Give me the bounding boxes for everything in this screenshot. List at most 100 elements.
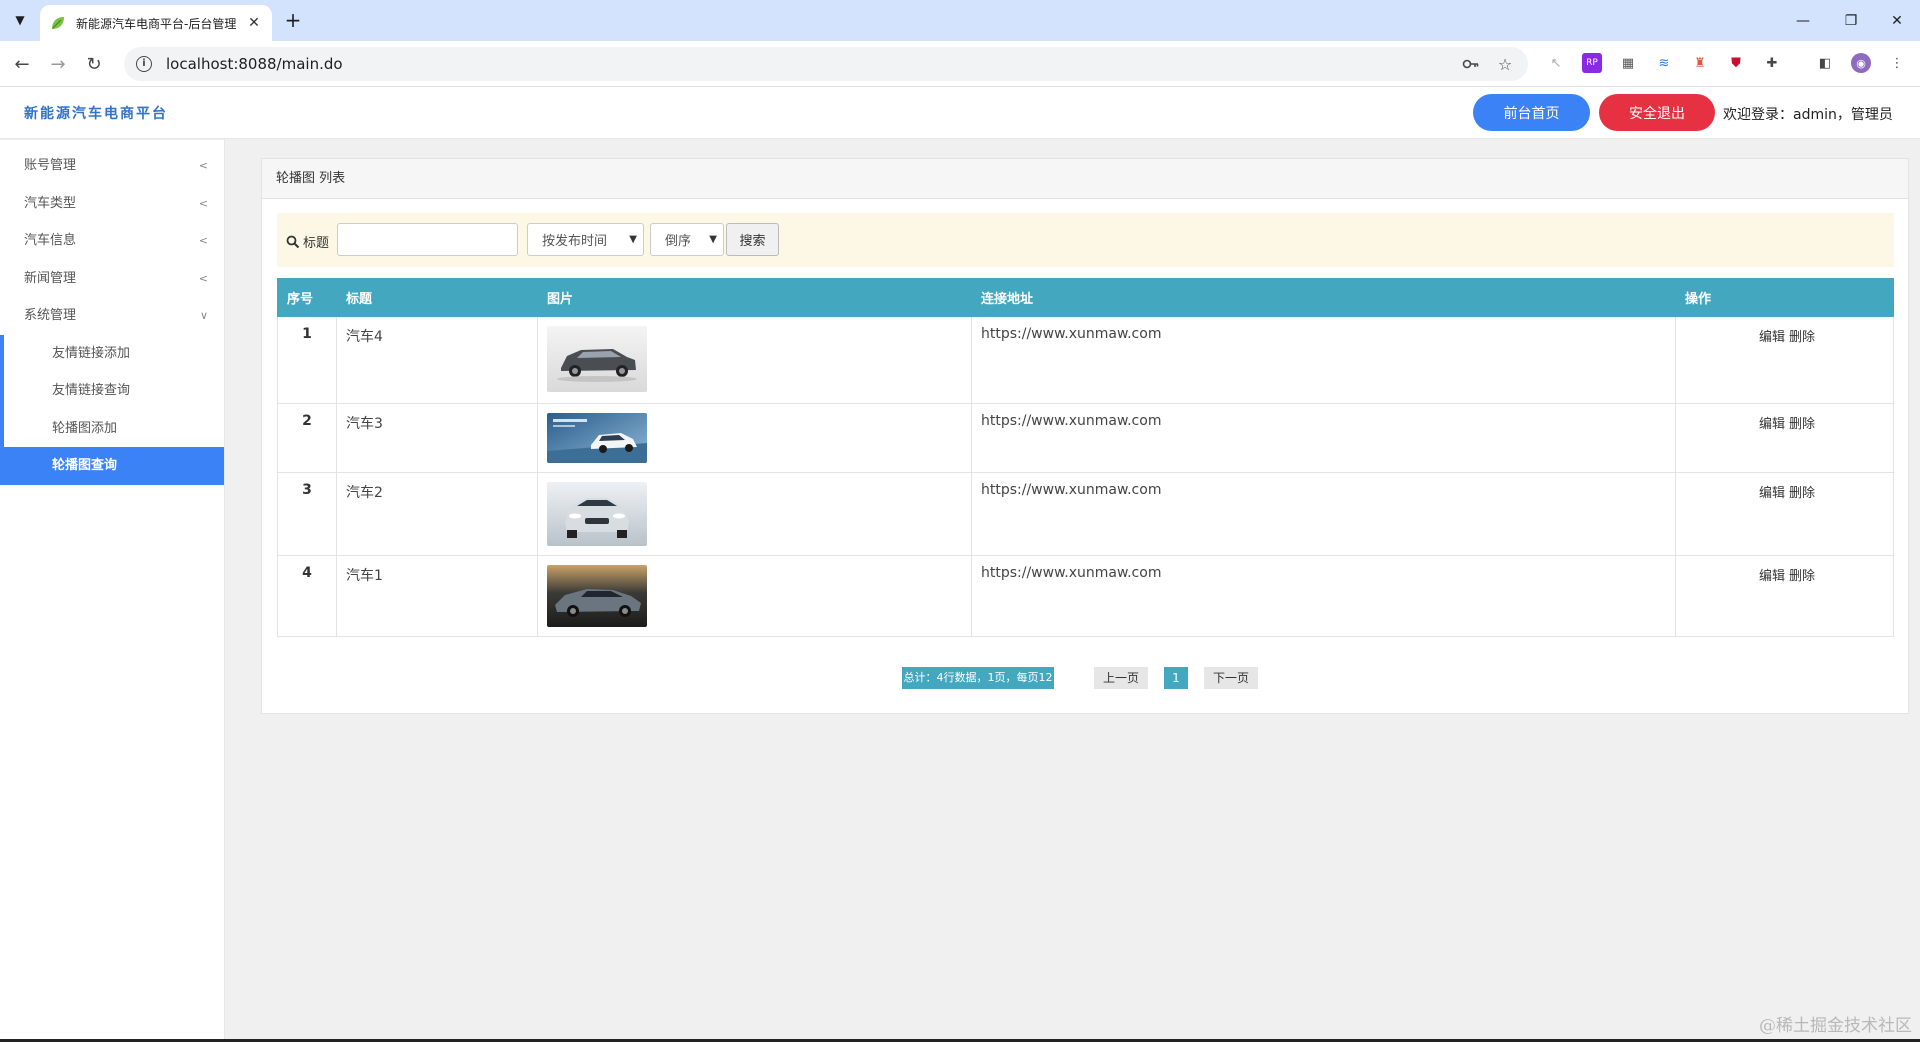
chevron-left-icon: < (198, 234, 208, 247)
chevron-left-icon: < (198, 271, 208, 285)
url-text: localhost:8088/main.do (166, 55, 343, 73)
chevron-left-icon: < (198, 159, 208, 172)
cell-actions: 编辑 删除 (1675, 555, 1894, 637)
browser-tab-bar: ▼ 新能源汽车电商平台-后台管理 ✕ + — ❐ ✕ (0, 0, 1920, 41)
restore-icon[interactable]: ❐ (1828, 0, 1874, 41)
person-extension-icon[interactable]: ♜ (1690, 53, 1710, 73)
reload-icon[interactable]: ↻ (80, 50, 108, 78)
tab-search-chevron-icon[interactable]: ▼ (8, 8, 32, 32)
delete-link[interactable]: 删除 (1789, 330, 1815, 345)
forward-arrow-icon[interactable]: → (44, 50, 72, 78)
back-arrow-icon[interactable]: ← (8, 50, 36, 78)
cell-actions: 编辑 删除 (1675, 472, 1894, 556)
chevron-down-icon: ▼ (709, 234, 717, 245)
logout-button[interactable]: 安全退出 (1599, 94, 1715, 131)
prev-page-button[interactable]: 上一页 (1094, 667, 1148, 689)
search-button[interactable]: 搜索 (726, 223, 779, 256)
cell-url: https://www.xunmaw.com (971, 316, 1676, 404)
next-page-button[interactable]: 下一页 (1204, 667, 1258, 689)
cursor-extension-icon[interactable]: ↖ (1546, 53, 1566, 73)
bookmark-star-icon[interactable]: ☆ (1494, 53, 1516, 75)
side-panel-icon[interactable]: ◧ (1815, 53, 1835, 73)
browser-tab[interactable]: 新能源汽车电商平台-后台管理 ✕ (40, 5, 272, 41)
panel-title: 轮播图 列表 (262, 159, 1908, 199)
cell-title: 汽车4 (336, 316, 538, 404)
sort-order-select[interactable]: 倒序 ▼ (650, 223, 724, 256)
welcome-text: 欢迎登录：admin，管理员 (1723, 107, 1893, 123)
col-header-url: 连接地址 (971, 278, 1676, 317)
sidebar-item-news[interactable]: 新闻管理 < (0, 260, 224, 298)
chevron-down-icon: ∨ (199, 309, 208, 322)
search-bar: 标题 按发布时间 ▼ 倒序 ▼ 搜索 (277, 213, 1894, 267)
cell-no: 2 (277, 403, 337, 473)
edit-link[interactable]: 编辑 (1759, 486, 1785, 501)
address-bar[interactable]: i localhost:8088/main.do ☆ (124, 47, 1528, 81)
col-header-actions: 操作 (1675, 278, 1894, 317)
cell-actions: 编辑 删除 (1675, 316, 1894, 404)
browser-toolbar: ← → ↻ i localhost:8088/main.do ☆ ↖ RP ▦ … (0, 41, 1920, 87)
puzzle-extensions-icon[interactable]: ✚ (1762, 53, 1782, 73)
search-icon (286, 235, 300, 248)
carousel-table: 序号 标题 图片 连接地址 操作 1 汽车4 https://www.xunma… (277, 278, 1894, 637)
sidebar-item-system[interactable]: 系统管理 ∨ (0, 297, 224, 335)
app-header: 新能源汽车电商平台 前台首页 安全退出 欢迎登录：admin，管理员 (0, 87, 1920, 139)
delete-link[interactable]: 删除 (1789, 486, 1815, 501)
tab-close-icon[interactable]: ✕ (246, 15, 262, 31)
sidebar-subitem-carousel-add[interactable]: 轮播图添加 (4, 410, 224, 448)
cell-image (537, 555, 972, 637)
table-row: 2 汽车3 https://www.xunmaw.com 编辑 删除 (277, 403, 1894, 473)
carousel-list-panel: 轮播图 列表 标题 按发布时间 ▼ 倒序 ▼ 搜索 序号 标题 图片 连接地址 … (261, 158, 1909, 714)
col-header-title: 标题 (336, 278, 538, 317)
cell-title: 汽车3 (336, 403, 538, 473)
sidebar-subitem-carousel-query[interactable]: 轮播图查询 (4, 447, 224, 485)
delete-link[interactable]: 删除 (1789, 569, 1815, 584)
col-header-image: 图片 (537, 278, 972, 317)
key-icon[interactable] (1460, 53, 1482, 75)
watermark: @稀土掘金技术社区 (1759, 1016, 1912, 1036)
car-silver-front-image (547, 482, 647, 546)
minimize-icon[interactable]: — (1780, 0, 1826, 41)
sidebar-subitem-link-add[interactable]: 友情链接添加 (4, 335, 224, 373)
sidebar-subitem-link-query[interactable]: 友情链接查询 (4, 372, 224, 410)
cell-no: 4 (277, 555, 337, 637)
sidebar-item-car-types[interactable]: 汽车类型 < (0, 185, 224, 223)
title-search-input[interactable] (337, 223, 518, 256)
cell-no: 1 (277, 316, 337, 404)
delete-link[interactable]: 删除 (1789, 417, 1815, 432)
pagination-summary: 总计：4行数据，1页，每页12行 (902, 667, 1054, 706)
front-home-button[interactable]: 前台首页 (1473, 94, 1590, 131)
new-tab-plus-icon[interactable]: + (280, 8, 306, 34)
current-page-button[interactable]: 1 (1164, 667, 1188, 689)
edit-link[interactable]: 编辑 (1759, 330, 1785, 345)
cell-url: https://www.xunmaw.com (971, 555, 1676, 637)
edit-link[interactable]: 编辑 (1759, 417, 1785, 432)
tab-title: 新能源汽车电商平台-后台管理 (76, 16, 237, 31)
sidebar-item-car-info[interactable]: 汽车信息 < (0, 222, 224, 260)
table-header-row: 序号 标题 图片 连接地址 操作 (277, 278, 1894, 317)
brand-title: 新能源汽车电商平台 (24, 106, 168, 122)
chevron-down-icon: ▼ (629, 234, 637, 245)
sidebar: 账号管理 < 汽车类型 < 汽车信息 < 新闻管理 < 系统管理 ∨ 友情链接添… (0, 140, 225, 1042)
pagination: 总计：4行数据，1页，每页12行 上一页 1 下一页 (262, 667, 1908, 706)
profile-avatar-icon[interactable]: ◉ (1851, 53, 1871, 73)
cell-url: https://www.xunmaw.com (971, 403, 1676, 473)
edit-link[interactable]: 编辑 (1759, 569, 1785, 584)
cell-image (537, 316, 972, 404)
rp-extension-icon[interactable]: RP (1582, 53, 1602, 73)
cell-image (537, 472, 972, 556)
layers-extension-icon[interactable]: ≋ (1654, 53, 1674, 73)
search-label: 标题 (286, 232, 329, 251)
sidebar-item-accounts[interactable]: 账号管理 < (0, 147, 224, 185)
car-suv-gray-image (547, 326, 647, 392)
cell-image (537, 403, 972, 473)
table-row: 1 汽车4 https://www.xunmaw.com 编辑 删除 (277, 316, 1894, 404)
car-white-banner-image (547, 413, 647, 463)
grid-extension-icon[interactable]: ▦ (1618, 53, 1638, 73)
table-row: 4 汽车1 https://www.xunmaw.com 编辑 删除 (277, 555, 1894, 637)
sort-field-select[interactable]: 按发布时间 ▼ (527, 223, 644, 256)
site-info-icon[interactable]: i (136, 56, 152, 72)
kebab-menu-icon[interactable]: ⋮ (1887, 53, 1907, 73)
table-row: 3 汽车2 https://www.xunmaw.com 编辑 删除 (277, 472, 1894, 556)
window-close-icon[interactable]: ✕ (1874, 0, 1920, 41)
shield-extension-icon[interactable]: ⛊ (1726, 53, 1746, 73)
